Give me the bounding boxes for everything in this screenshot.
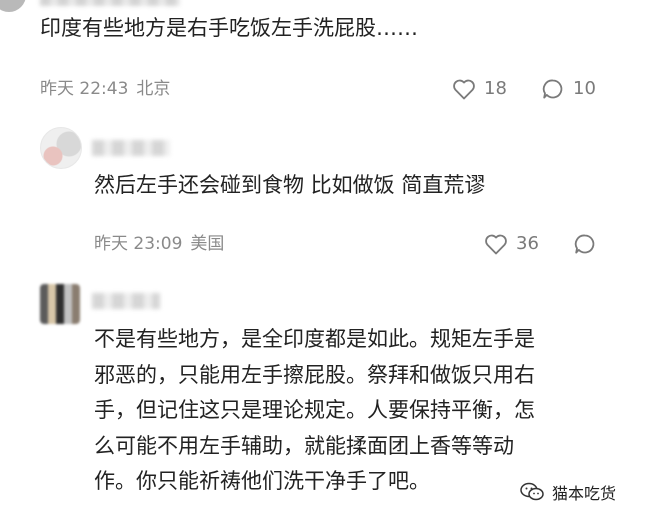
heart-icon [485, 234, 507, 255]
comment-location: 北京 [136, 79, 171, 99]
watermark: 猫本吃货 [520, 480, 616, 504]
avatar[interactable] [40, 127, 82, 169]
avatar[interactable] [40, 284, 80, 324]
comment-line: 不是有些地方，是全印度都是如此。规矩左手是 [94, 327, 535, 351]
comment-time: 昨天 23:09 [94, 234, 183, 254]
username-blurred[interactable] [92, 293, 160, 309]
comment-bubble-icon [542, 79, 563, 99]
reply-button[interactable] [573, 232, 605, 256]
like-count: 36 [516, 233, 539, 254]
comment-text: 印度有些地方是右手吃饭左手洗屁股…… [40, 16, 418, 40]
comment-meta: 昨天 23:09 美国 [94, 232, 224, 256]
comment-meta: 昨天 22:43 北京 [40, 77, 170, 101]
comment-text: 不是有些地方，是全印度都是如此。规矩左手是 邪恶的，只能用左手擦屁股。祭拜和做饭… [94, 322, 604, 500]
watermark-label: 猫本吃货 [552, 484, 617, 503]
like-button[interactable]: 36 [484, 232, 539, 256]
reply-count: 10 [573, 78, 596, 99]
comment-text: 然后左手还会碰到食物 比如做饭 简直荒谬 [94, 173, 486, 197]
like-count: 18 [484, 78, 507, 99]
comment-line: 邪恶的，只能用左手擦屁股。祭拜和做饭只用右 [94, 362, 535, 387]
wechat-icon [520, 482, 544, 501]
heart-icon [453, 79, 475, 100]
like-button[interactable]: 18 [452, 77, 507, 101]
username-blurred[interactable] [92, 140, 170, 156]
reply-button[interactable]: 10 [541, 77, 596, 101]
comment-time: 昨天 22:43 [40, 79, 129, 99]
avatar[interactable] [0, 0, 26, 12]
username-blurred[interactable] [40, 0, 180, 6]
comment-line: 手，但记住这只是理论规定。人要保持平衡，怎 [94, 398, 535, 422]
comment-location: 美国 [190, 234, 225, 254]
comment-bubble-icon [574, 234, 595, 254]
comment-line: 么可能不用左手辅助，就能揉面团上香等等动 [94, 433, 514, 458]
